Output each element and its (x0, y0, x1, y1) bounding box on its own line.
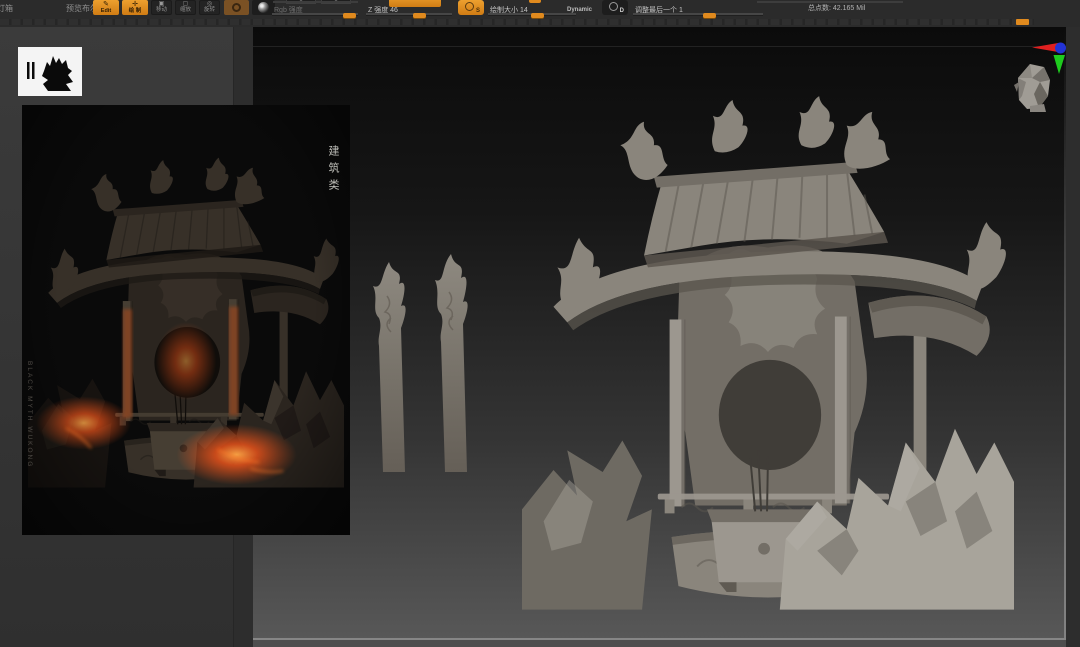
total-points-label: 总点数: 42.165 Mil (808, 3, 865, 13)
temple-sculpt-model[interactable] (522, 88, 1014, 610)
slider-groove (633, 13, 763, 16)
z-intensity-slider[interactable]: Z 强度 46 (366, 5, 452, 16)
reference-image[interactable]: 建筑类 BLACK MYTH WUKONG (22, 105, 350, 535)
canvas-bottom-strip (253, 640, 1066, 647)
vignette (22, 105, 350, 535)
edit-label: Edit (101, 8, 111, 15)
slider-handle[interactable] (413, 13, 426, 18)
slider-handle[interactable] (703, 13, 716, 18)
draw-button[interactable]: ✛ 绘 制 (122, 0, 148, 15)
draw-label: 绘 制 (129, 8, 142, 15)
edit-icon: ✎ (103, 1, 109, 8)
x-axis-icon (1032, 43, 1058, 52)
y-axis-icon (1054, 55, 1066, 74)
alpha-thumbnail[interactable] (18, 47, 82, 96)
clipped-slider-handle[interactable] (529, 0, 541, 3)
axis-gizmo (1032, 42, 1068, 76)
draw-icon: ✛ (132, 1, 138, 8)
dynamic-dial-icon (609, 2, 618, 11)
z-axis-icon (1055, 43, 1066, 54)
draw-size-dial-button[interactable]: S (458, 0, 484, 15)
draw-size-dial-letter: S (476, 8, 480, 14)
slider-handle[interactable] (531, 13, 544, 18)
dynamic-toggle[interactable]: Dynamic (567, 7, 592, 13)
edit-button[interactable]: ✎ Edit (93, 0, 119, 15)
canvas-border-bottom (253, 638, 1066, 640)
right-edge-strip (1066, 27, 1080, 647)
slider-groove (366, 13, 452, 16)
draw-size-dial-icon (465, 2, 474, 11)
flame-pillars-model[interactable] (353, 226, 485, 474)
rotate-button[interactable]: ◎ 旋转 (199, 0, 220, 15)
divider-segment-active[interactable] (1016, 19, 1029, 25)
stroke-sphere-icon (258, 2, 269, 13)
dynamic-dial-button[interactable]: D (602, 0, 628, 15)
app-window: 灯箱 预览布尔渲染 ✎ Edit ✛ 绘 制 ▣ 移动 ▢ 缩放 ◎ 旋转 0 (0, 0, 1080, 647)
lightbox-button[interactable]: 灯箱 (0, 3, 13, 14)
top-toolbar: 灯箱 预览布尔渲染 ✎ Edit ✛ 绘 制 ▣ 移动 ▢ 缩放 ◎ 旋转 0 (0, 0, 1080, 27)
watermark-label: BLACK MYTH WUKONG (26, 361, 33, 468)
alpha-silhouette (18, 47, 82, 96)
scale-label: 缩放 (180, 7, 191, 14)
adjust-last-slider[interactable]: 调整最后一个 1 (633, 5, 763, 16)
scale-button[interactable]: ▢ 缩放 (175, 0, 196, 15)
move-label: 移动 (156, 7, 167, 14)
brush-icon (232, 3, 241, 12)
document-top-edge (253, 46, 1066, 47)
divider-segments[interactable] (0, 19, 1034, 25)
clipped-slider-groove (273, 1, 358, 3)
category-label: 建筑类 (325, 145, 341, 196)
rgb-intensity-slider[interactable]: Rgb 强度 (272, 5, 358, 16)
dynamic-dial-letter: D (620, 8, 624, 14)
rotate-label: 旋转 (204, 7, 215, 14)
draw-size-slider[interactable]: 绘制大小 14 (488, 5, 576, 16)
slider-handle[interactable] (343, 13, 356, 18)
move-button[interactable]: ▣ 移动 (151, 0, 172, 15)
brush-preview-button[interactable] (224, 0, 249, 15)
